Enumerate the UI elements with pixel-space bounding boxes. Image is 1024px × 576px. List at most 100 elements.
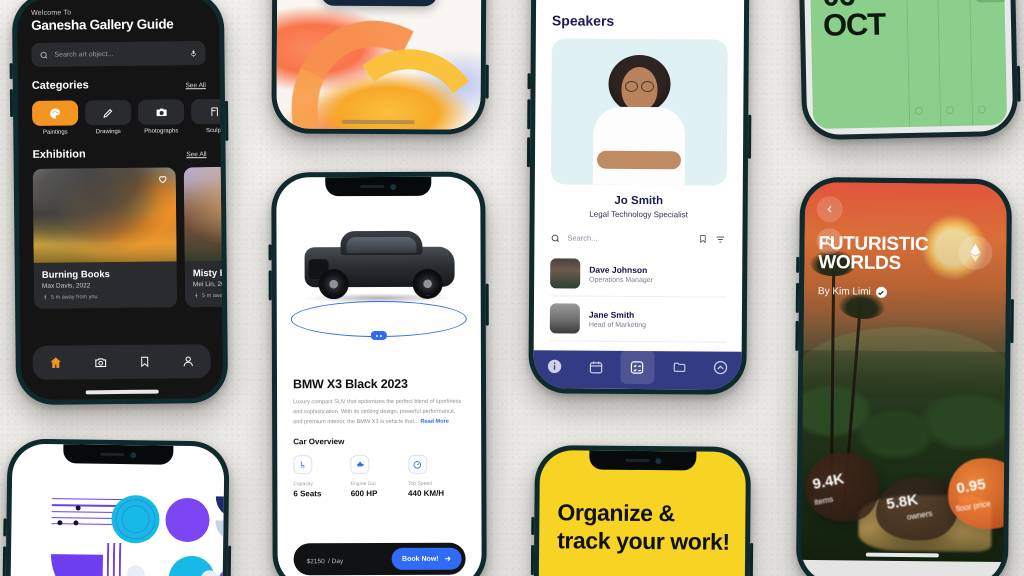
calendar-hour-column[interactable]: 4 pm Web Update (968, 0, 1008, 126)
speaker-role: Head of Marketing (588, 321, 647, 329)
categories-see-all-link[interactable]: See All (186, 82, 206, 89)
exhibit-artist: Max Davis, 2022 (41, 282, 91, 290)
category-paintings[interactable]: Paintings (31, 100, 79, 136)
exhibit-distance-row: 5 m away from you (42, 292, 169, 300)
book-now-label: Book Now! (402, 555, 439, 563)
category-sculpture[interactable]: Sculpt (190, 98, 224, 134)
spec-top-speed: Top Speed 440 KM/H (407, 455, 465, 499)
nav-chevron-up-circle-icon[interactable] (704, 350, 738, 384)
exhibit-card[interactable]: Burning Books Max Davis, 2022 5 m away f… (32, 167, 178, 309)
car-image (298, 229, 458, 304)
exhibit-artist: Mei Lin, 2023 (192, 280, 224, 289)
get-started-button[interactable]: GET STARTED (321, 0, 438, 7)
artwork-image (183, 165, 224, 262)
speakers-search-placeholder[interactable]: Search... (567, 234, 691, 244)
search-icon (39, 50, 48, 59)
sculpture-icon (209, 105, 220, 117)
avatar (549, 303, 580, 334)
featured-speaker-role: Legal Technology Specialist (589, 209, 688, 220)
nft-title: FUTURISTIC WORLDS (818, 233, 952, 274)
category-list: Paintings Drawings Photographs Sculpt (31, 98, 224, 136)
ethereum-icon (968, 243, 982, 262)
walk-icon (193, 292, 199, 299)
walk-icon (42, 294, 48, 301)
currency-badge[interactable] (958, 235, 993, 270)
nft-stat-key: floor price (955, 499, 992, 514)
speaker-role: Operations Manager (589, 276, 654, 284)
nav-info-icon[interactable] (537, 349, 571, 383)
exhibition-see-all-link[interactable]: See All (186, 151, 206, 158)
search-icon[interactable] (550, 233, 560, 243)
artwork-image (32, 167, 177, 263)
nft-stat-key: owners (906, 508, 934, 522)
onboarding-gradient-art (276, 0, 482, 130)
category-label: Drawings (95, 128, 121, 136)
nav-profile-icon[interactable] (182, 354, 195, 368)
abstract-artwork (49, 492, 225, 576)
phone-car-rental-app: BMW X3 Black 2023 Luxury compact SUV tha… (268, 171, 489, 576)
nav-calendar-icon[interactable] (579, 350, 613, 384)
speaker-list: Dave Johnson Operations Manager Jane Smi… (549, 251, 727, 343)
car-hero (276, 177, 481, 374)
avatar (550, 258, 581, 289)
onboarding-screen: GET STARTED (276, 0, 482, 130)
read-more-link[interactable]: Read More (420, 418, 449, 424)
device-notch (63, 444, 174, 465)
car-specs: Capacity 6 Seats Engine Out 600 HP Top S… (293, 455, 465, 499)
car-overview-heading: Car Overview (293, 437, 345, 447)
featured-speaker-photo (550, 38, 728, 186)
home-indicator (865, 552, 939, 558)
gallery-search-input[interactable]: Search art object... (31, 41, 206, 67)
bookmark-icon[interactable] (698, 233, 707, 244)
nft-stats: 9.4K items 5.8K owners 0.95 floor price (800, 445, 1008, 556)
heart-icon[interactable] (157, 173, 169, 184)
category-photographs[interactable]: Photographs (137, 99, 185, 135)
rotate-360-icon[interactable] (370, 330, 387, 341)
categories-heading: Categories (31, 79, 89, 92)
organize-screen: Organize & track your work! (538, 450, 746, 576)
nav-home-icon[interactable] (48, 356, 62, 370)
device-notch (325, 176, 432, 197)
verified-badge-icon (875, 286, 887, 298)
phone-abstract-poster-app (2, 438, 232, 576)
nft-stat-key: items (813, 494, 835, 508)
phone-calendar-app: OCT Meeting Thursday 06 OCT 2 pm 3 pm (797, 0, 1021, 141)
calendar-hour-columns: 2 pm 3 pm 4 pm Web Update (905, 0, 1008, 127)
nft-stat-value: 0.95 (955, 475, 987, 498)
nft-stat-value: 5.8K (885, 491, 920, 514)
phone-organize-app: Organize & track your work! (530, 445, 754, 576)
spec-value: 440 KM/H (408, 489, 445, 499)
calendar-hour-column[interactable]: 3 pm (937, 0, 972, 127)
calendar-current-day-card[interactable]: Thursday 06 OCT 2 pm 3 pm 4 pm Web Updat… (809, 0, 1008, 130)
microphone-icon[interactable] (189, 48, 197, 59)
spec-engine: Engine Out 600 HP (350, 455, 408, 498)
nav-folder-icon[interactable] (662, 350, 696, 384)
speaker-list-item[interactable]: Dave Johnson Operations Manager (550, 251, 727, 298)
filter-icon[interactable] (714, 234, 726, 244)
engine-icon (355, 460, 365, 469)
calendar-screen: OCT Meeting Thursday 06 OCT 2 pm 3 pm (802, 0, 1014, 136)
exhibition-header: Exhibition See All (32, 147, 206, 161)
exhibit-distance: 5 m away from you (51, 293, 98, 301)
home-indicator (341, 119, 416, 125)
speaker-name: Dave Johnson (589, 264, 648, 275)
nav-bookmark-icon[interactable] (139, 355, 151, 369)
back-button[interactable] (816, 196, 843, 223)
categories-header: Categories See All (32, 78, 206, 92)
nav-camera-icon[interactable] (94, 356, 108, 369)
category-label: Photographs (144, 128, 179, 135)
speaker-list-item[interactable]: Jane Smith Head of Marketing (549, 296, 727, 343)
nft-author[interactable]: By Kim Limi (818, 286, 887, 298)
spec-capacity: Capacity 6 Seats (293, 455, 350, 499)
category-drawings[interactable]: Drawings (84, 99, 132, 136)
car-price-block: $2150 / Day (307, 552, 344, 566)
exhibit-card[interactable]: Misty Hi Mei Lin, 2023 5 m away fro (183, 165, 224, 308)
speakers-title: Speakers (551, 12, 615, 29)
book-now-button[interactable]: Book Now! (392, 547, 462, 570)
nav-tasklist-icon[interactable] (620, 349, 655, 385)
phone-onboarding-app: GET STARTED (271, 0, 489, 135)
nft-stat-items: 9.4K items (800, 445, 887, 529)
calendar-event-chip[interactable]: Web Update (974, 0, 1008, 3)
nft-stat-value: 9.4K (811, 470, 846, 494)
calendar-hour-column[interactable]: 2 pm (905, 0, 941, 127)
